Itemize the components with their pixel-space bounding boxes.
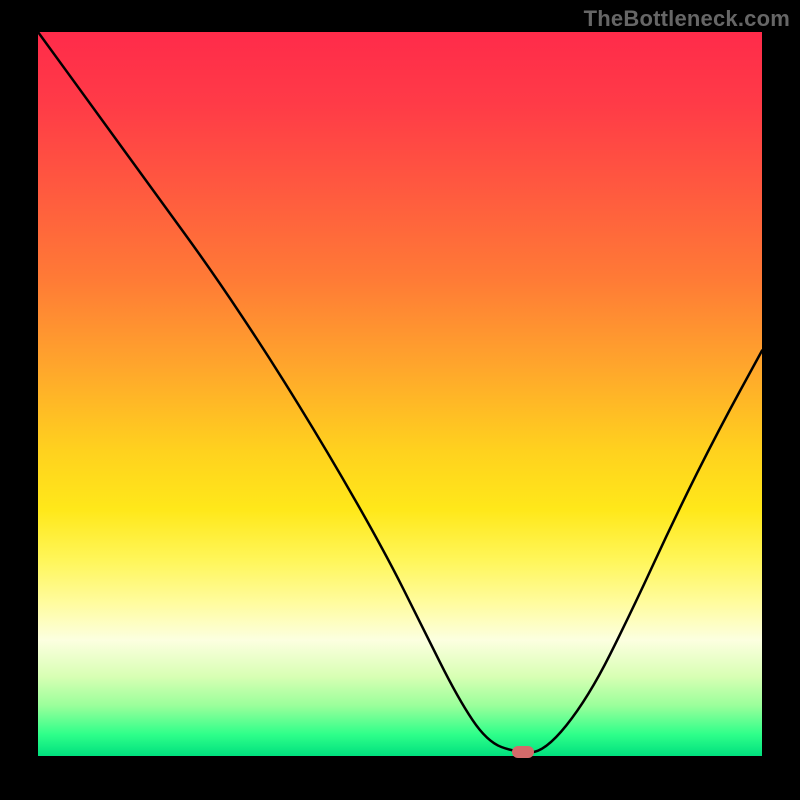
curve-path (38, 32, 762, 752)
bottleneck-curve (38, 32, 762, 756)
plot-area (38, 32, 762, 756)
chart-frame: TheBottleneck.com (0, 0, 800, 800)
watermark-text: TheBottleneck.com (584, 6, 790, 32)
optimum-marker (512, 746, 534, 758)
